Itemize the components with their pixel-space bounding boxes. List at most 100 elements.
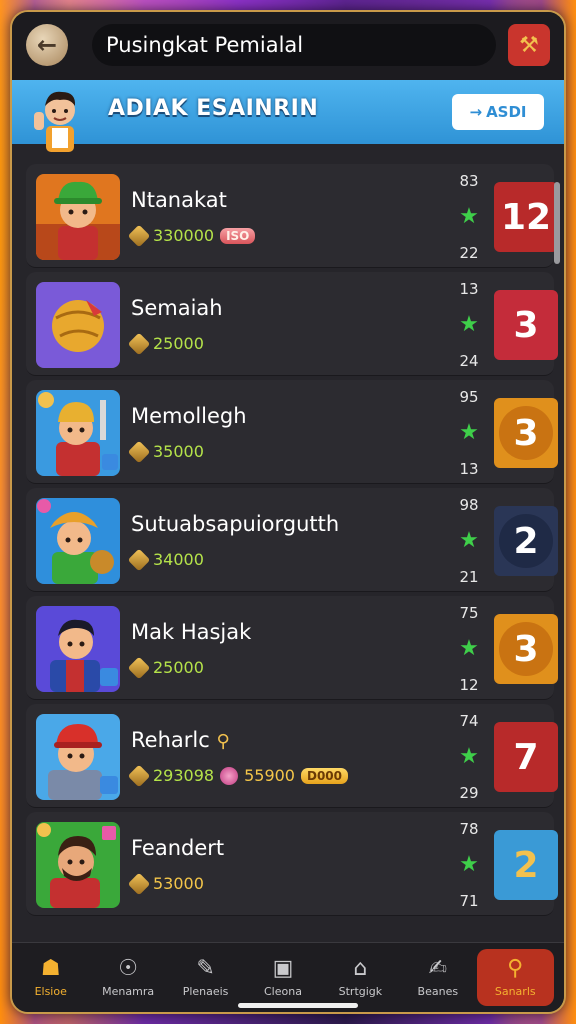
- star-icon: ★: [459, 744, 479, 769]
- badge-circle: 3: [499, 622, 553, 676]
- home-icon: ☗: [40, 956, 61, 981]
- bonus-tag: D000: [300, 767, 348, 784]
- nav-label: Beanes: [417, 985, 459, 998]
- list-item[interactable]: Sutuabsapuiorgutth 34000 98 ★ 21 2: [26, 488, 558, 592]
- nav-label: Menamra: [102, 985, 155, 998]
- hero-character-icon: [36, 606, 120, 692]
- stat-bottom: 29: [459, 784, 479, 802]
- row-stats: 13 ★ 24: [454, 280, 484, 370]
- player-name: Feandert: [131, 836, 225, 860]
- pencil-icon: ✎: [196, 956, 215, 981]
- coin-line: 330000 ISO: [127, 224, 256, 247]
- coin-icon: [127, 440, 151, 463]
- nav-item-chat[interactable]: ▣ Cleona: [244, 943, 321, 1012]
- list-item[interactable]: Memollegh 35000 95 ★ 13 3: [26, 380, 558, 484]
- coin-icon: [127, 656, 151, 679]
- rank-value: 3: [513, 304, 539, 346]
- rank-value: 2: [513, 844, 539, 886]
- list-item[interactable]: Semaiah 25000 13 ★ 24 3: [26, 272, 558, 376]
- back-arrow-icon: ←: [36, 31, 58, 59]
- rank-badge[interactable]: 3: [494, 398, 558, 468]
- gem-value: 55900: [244, 766, 295, 785]
- nav-item-edit[interactable]: ✍ Beanes: [399, 943, 476, 1012]
- tools-button[interactable]: ⚒: [508, 24, 550, 66]
- rank-badge[interactable]: 7: [494, 722, 558, 792]
- edit-icon: ✍: [428, 956, 448, 981]
- rank-value: 7: [513, 736, 539, 778]
- coin-icon: [127, 548, 151, 571]
- banner: ADIAK ESAINRIN → ASDI: [12, 80, 564, 144]
- nav-label: Plenaeis: [182, 985, 229, 998]
- nav-item-pencil[interactable]: ✎ Plenaeis: [167, 943, 244, 1012]
- player-name: Semaiah: [131, 296, 223, 320]
- player-name-text: Reharlc: [131, 728, 210, 752]
- stat-top: 83: [459, 172, 479, 190]
- avatar-character-icon: [34, 91, 76, 152]
- compass-icon: ☉: [118, 956, 138, 981]
- nav-item-search[interactable]: ⚲ Sanarls: [476, 949, 554, 1006]
- coin-value: 34000: [153, 550, 204, 569]
- rank-badge[interactable]: 2: [494, 506, 558, 576]
- row-stats: 75 ★ 12: [454, 604, 484, 694]
- coin-value: 25000: [153, 658, 204, 677]
- rank-badge[interactable]: 2: [494, 830, 558, 900]
- nav-item-house[interactable]: ⌂ Strtgigk: [322, 943, 399, 1012]
- home-indicator: [238, 1003, 358, 1008]
- stat-top: 13: [459, 280, 479, 298]
- banner-button-label: ASDI: [486, 103, 527, 121]
- star-icon: ★: [459, 852, 479, 877]
- player-name: Mak Hasjak: [131, 620, 252, 644]
- nav-item-compass[interactable]: ☉ Menamra: [89, 943, 166, 1012]
- rank-badge[interactable]: 3: [494, 290, 558, 360]
- house-icon: ⌂: [353, 956, 368, 981]
- nav-label: Strtgigk: [338, 985, 383, 998]
- list-item[interactable]: Ntanakat 330000 ISO 83 ★ 22 12: [26, 164, 558, 268]
- coin-value: 293098: [153, 766, 215, 785]
- player-name: Ntanakat: [131, 188, 227, 212]
- banner-button[interactable]: → ASDI: [452, 94, 544, 130]
- list-item[interactable]: Feandert 53000 78 ★ 71 2: [26, 812, 558, 916]
- coin-line: 53000: [127, 872, 204, 895]
- coin-line: 34000: [127, 548, 204, 571]
- rank-value: 2: [513, 520, 539, 562]
- bottom-nav: ☗ Elsioe ☉ Menamra ✎ Plenaeis ▣ Cleona ⌂…: [12, 942, 564, 1012]
- star-icon: ★: [459, 420, 479, 445]
- arrow-icon: →: [469, 103, 483, 121]
- stat-top: 98: [459, 496, 479, 514]
- stat-top: 74: [459, 712, 479, 730]
- coin-icon: [127, 872, 151, 895]
- top-bar: ← Pusingkat Pemialal ⚒: [12, 12, 564, 80]
- rank-value: 3: [513, 628, 539, 670]
- miner-character-icon: [36, 390, 120, 476]
- key-icon: ⚲: [216, 731, 230, 752]
- back-button[interactable]: ←: [26, 24, 68, 66]
- stat-bottom: 12: [459, 676, 479, 694]
- coin-value: 35000: [153, 442, 204, 461]
- rank-badge[interactable]: 3: [494, 614, 558, 684]
- list-item[interactable]: Reharlc ⚲ 293098 55900 D000 74 ★ 29 7: [26, 704, 558, 808]
- star-icon: ★: [459, 528, 479, 553]
- search-input[interactable]: Pusingkat Pemialal: [92, 24, 496, 66]
- search-text: Pusingkat Pemialal: [106, 33, 304, 57]
- scrollbar[interactable]: [554, 182, 560, 264]
- chat-icon: ▣: [272, 956, 294, 981]
- star-icon: ★: [459, 204, 479, 229]
- stat-top: 78: [459, 820, 479, 838]
- app-window: ← Pusingkat Pemialal ⚒ ADIAK ESAINRIN → …: [10, 10, 566, 1014]
- nav-item-home[interactable]: ☗ Elsioe: [12, 943, 89, 1012]
- nav-label: Cleona: [264, 985, 302, 998]
- tools-icon: ⚒: [519, 32, 539, 58]
- player-name: Memollegh: [131, 404, 247, 428]
- stat-bottom: 21: [459, 568, 479, 586]
- coin-line: 25000: [127, 332, 204, 355]
- row-stats: 78 ★ 71: [454, 820, 484, 910]
- star-icon: ★: [459, 312, 479, 337]
- golden-ball-icon: [36, 282, 120, 368]
- list-item[interactable]: Mak Hasjak 25000 75 ★ 12 3: [26, 596, 558, 700]
- rank-badge[interactable]: 12: [494, 182, 558, 252]
- stat-bottom: 24: [459, 352, 479, 370]
- row-stats: 74 ★ 29: [454, 712, 484, 802]
- nav-label: Elsioe: [34, 985, 67, 998]
- rank-value: 12: [500, 196, 552, 238]
- coin-icon: [127, 224, 151, 247]
